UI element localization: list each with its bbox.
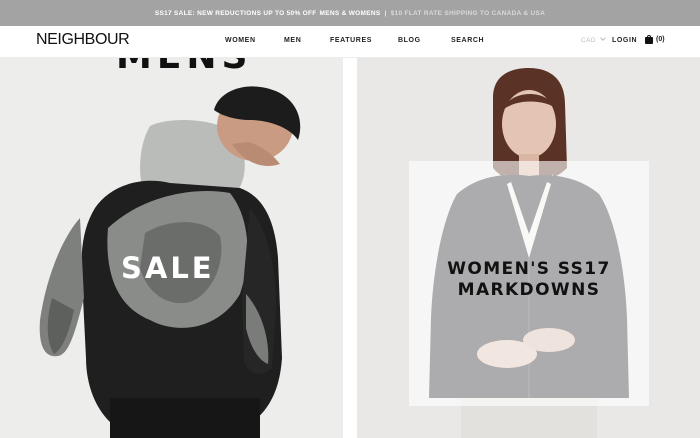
promo-shipping-text: $10 FLAT RATE SHIPPING TO CANADA & USA <box>390 9 546 17</box>
site-header: NEIGHBOUR WOMEN MEN FEATURES BLOG SEARCH… <box>0 26 700 58</box>
promo-link[interactable]: MENS & WOMENS <box>320 10 381 17</box>
promo-bar: SS17 SALE: NEW REDUCTIONS UP TO 50% OFF … <box>0 0 700 26</box>
cart-count: (0) <box>656 36 665 43</box>
currency-selector[interactable]: CAD <box>581 35 606 44</box>
currency-label: CAD <box>581 37 596 44</box>
shopping-bag-icon <box>645 35 653 44</box>
logo[interactable]: NEIGHBOUR <box>36 31 130 49</box>
nav-women[interactable]: WOMEN <box>225 37 256 44</box>
mens-model-image <box>39 86 301 438</box>
nav-men[interactable]: MEN <box>284 37 301 44</box>
mens-sale-panel[interactable]: MENS SALE <box>0 58 343 438</box>
sale-label[interactable]: SALE <box>121 251 215 285</box>
nav-features[interactable]: FEATURES <box>330 37 372 44</box>
womens-markdowns-label[interactable]: WOMEN'S SS17 MARKDOWNS <box>409 259 649 301</box>
panel-gutter <box>343 58 357 438</box>
cart-button[interactable]: (0) <box>645 35 665 44</box>
promo-text: SS17 SALE: NEW REDUCTIONS UP TO 50% OFF <box>154 9 317 17</box>
nav-blog[interactable]: BLOG <box>398 37 421 44</box>
login-link[interactable]: LOGIN <box>612 37 637 44</box>
chevron-down-icon <box>600 35 606 41</box>
nav-search[interactable]: SEARCH <box>451 37 484 44</box>
promo-separator: | <box>384 9 387 17</box>
womens-markdowns-panel[interactable]: WOMEN'S SS17 MARKDOWNS <box>357 58 700 438</box>
mens-heading: MENS <box>116 58 252 77</box>
